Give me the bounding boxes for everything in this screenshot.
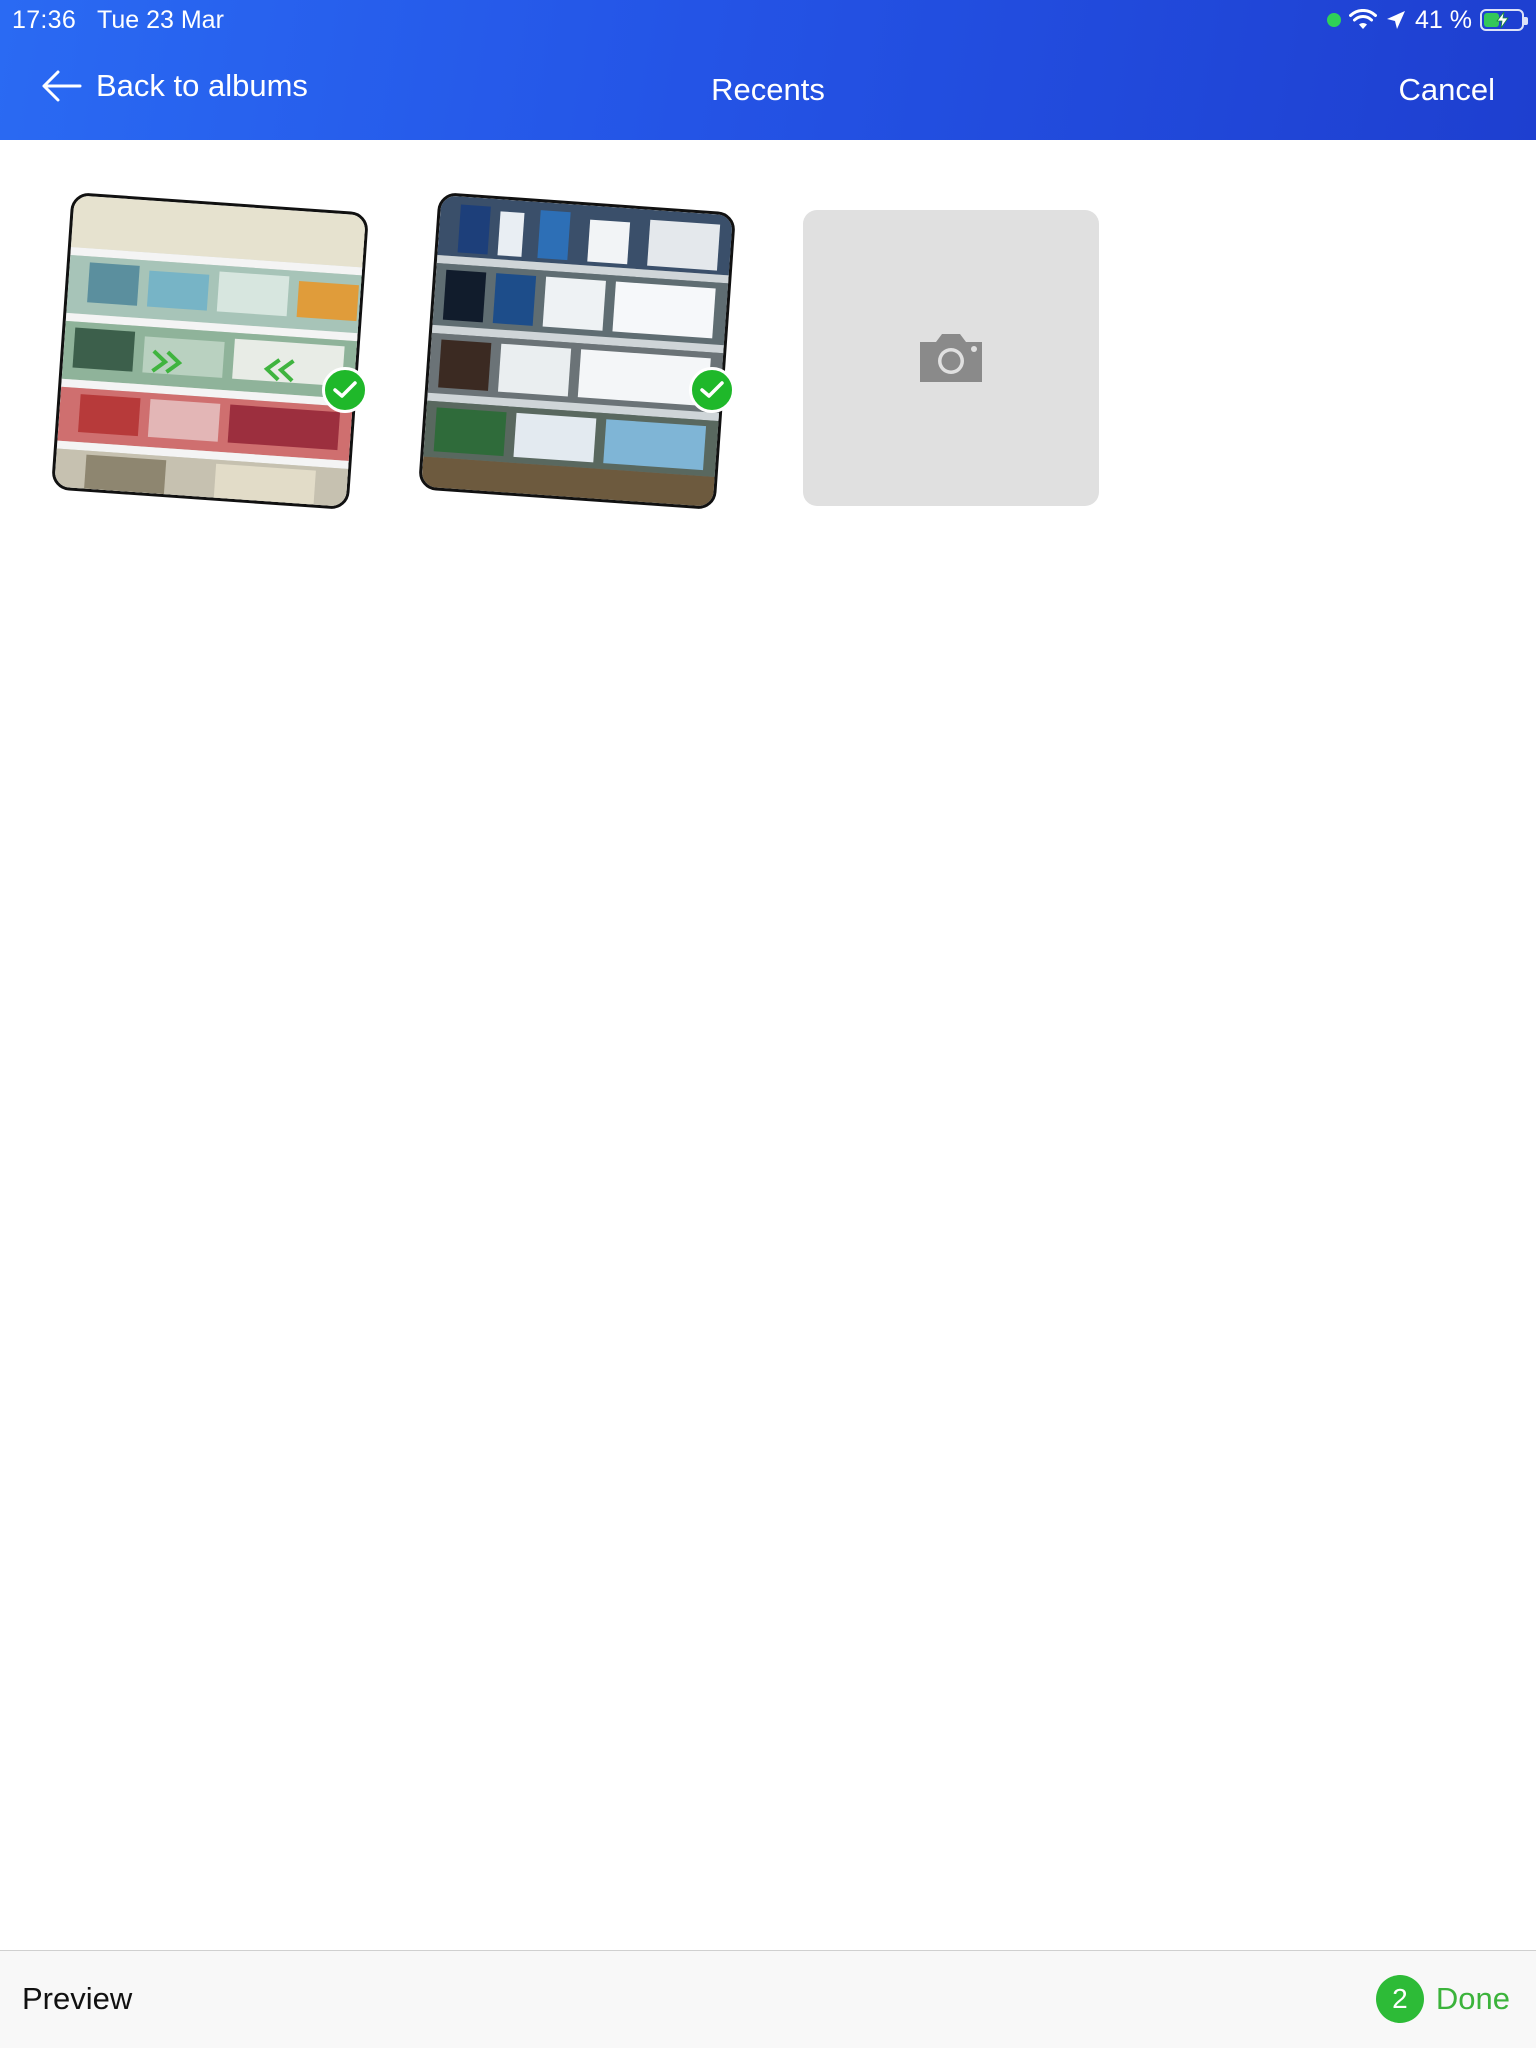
- done-button[interactable]: 2 Done: [1375, 1975, 1510, 2023]
- selected-count-badge: 2: [1375, 1975, 1424, 2023]
- photo-image: [420, 195, 737, 511]
- status-date: Tue 23 Mar: [97, 6, 224, 34]
- bolt-icon: [1496, 11, 1509, 29]
- status-bar: 17:36 Tue 23 Mar 41 %: [0, 0, 1536, 40]
- selected-check-icon: [322, 367, 368, 413]
- selected-check-icon: [689, 367, 735, 413]
- camera-capture-tile[interactable]: [803, 210, 1099, 506]
- checkmark-icon: [333, 381, 357, 398]
- page-title: Recents: [711, 72, 825, 107]
- photo-thumbnail-dairy-shelf[interactable]: [50, 191, 370, 511]
- battery-charging-icon: [1480, 9, 1528, 31]
- green-dot-indicator-icon: [1327, 13, 1342, 27]
- location-arrow-icon: [1387, 11, 1406, 29]
- photo-thumbnail-pharmacy-shelf[interactable]: [417, 191, 737, 511]
- navigation-header: 17:36 Tue 23 Mar 41 % Back to albums Rec…: [0, 0, 1536, 140]
- battery-percent: 41 %: [1415, 5, 1472, 34]
- done-label: Done: [1435, 1981, 1510, 2016]
- preview-button[interactable]: Preview: [22, 1981, 132, 2017]
- bottom-toolbar: Preview 2 Done: [0, 1950, 1536, 2048]
- battery-nub: [1524, 17, 1528, 25]
- checkmark-icon: [700, 381, 724, 398]
- wifi-icon: [1349, 9, 1378, 29]
- status-indicators: 41 %: [1327, 5, 1528, 34]
- camera-icon: [920, 334, 982, 382]
- cancel-button[interactable]: Cancel: [1399, 72, 1496, 108]
- photo-image: [53, 195, 370, 511]
- status-time: 17:36: [12, 6, 77, 34]
